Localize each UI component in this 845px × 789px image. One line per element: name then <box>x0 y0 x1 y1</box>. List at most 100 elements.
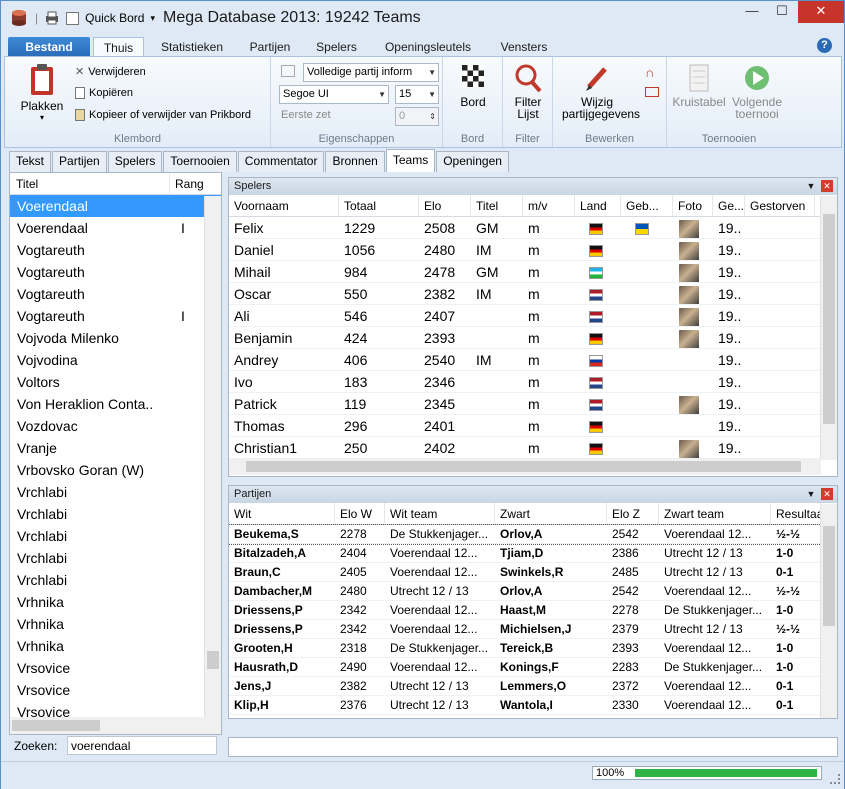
panel-menu-icon[interactable]: ▼ <box>805 488 817 500</box>
delete-button[interactable]: ✕ Verwijderen <box>75 65 146 79</box>
close-button[interactable]: ✕ <box>798 1 844 23</box>
team-list-item[interactable]: Voerendaal I <box>10 217 221 239</box>
players-hscrollbar[interactable] <box>229 458 821 475</box>
edit-game-data-button[interactable]: Wijzig partijgegevens <box>557 63 640 120</box>
quick-access-dropdown-icon[interactable]: ▾ <box>150 13 155 24</box>
game-row[interactable]: Driessens,P 2342 Voerendaal 12... Michielse… <box>229 620 837 639</box>
tab-commentator[interactable]: Commentator <box>237 151 325 172</box>
players-col-header[interactable]: Elo <box>419 195 471 216</box>
player-row[interactable]: Mihail 984 2478 GM m 19.. <box>229 261 837 283</box>
quick-board-checkbox[interactable] <box>66 11 80 25</box>
game-row[interactable]: Klip,H 2376 Utrecht 12 / 13 Wantola,I 2330 Vo… <box>229 696 837 715</box>
game-row[interactable]: Dambacher,M 2480 Utrecht 12 / 13 Orlov,A 254… <box>229 582 837 601</box>
player-row[interactable]: Oscar 550 2382 IM m 19.. <box>229 283 837 305</box>
maximize-button[interactable]: ☐ <box>767 1 797 23</box>
team-list-item[interactable]: Voltors <box>10 371 221 393</box>
players-col-header[interactable]: Ge... <box>713 195 745 216</box>
paste-button[interactable]: Plakken ▾ <box>17 63 67 124</box>
copy-button[interactable]: Kopiëren <box>75 87 133 99</box>
games-col-header[interactable]: Elo W <box>335 503 385 524</box>
team-list-item[interactable]: Vrsovice <box>10 679 221 701</box>
crosstable-button[interactable]: Kruistabel <box>671 63 727 108</box>
players-col-header[interactable]: Voornaam <box>229 195 339 216</box>
player-row[interactable]: Andrey 406 2540 IM m 19.. <box>229 349 837 371</box>
player-row[interactable]: Ali 546 2407 m 19.. <box>229 305 837 327</box>
col-title[interactable]: Titel <box>10 173 170 194</box>
clipboard-manage-button[interactable]: Kopieer of verwijder van Prikbord <box>75 109 251 121</box>
team-list-item[interactable]: Voerendaal <box>10 195 221 217</box>
tab-teams[interactable]: Teams <box>385 149 436 172</box>
team-list-item[interactable]: Vrhnika <box>10 613 221 635</box>
game-row[interactable]: Jens,J 2382 Utrecht 12 / 13 Lemmers,O 2372 Vo… <box>229 677 837 696</box>
players-col-header[interactable]: Gestorven <box>745 195 815 216</box>
panel-close-icon[interactable]: ✕ <box>821 488 833 500</box>
player-row[interactable]: Christian1 250 2402 m 19.. <box>229 437 837 459</box>
games-col-header[interactable]: Elo Z <box>607 503 659 524</box>
team-list-item[interactable]: Vojvodina <box>10 349 221 371</box>
tab-openingsleutels[interactable]: Openingsleutels <box>374 37 482 57</box>
tab-statistieken[interactable]: Statistieken <box>153 37 231 57</box>
games-col-header[interactable]: Zwart team <box>659 503 771 524</box>
display-combo[interactable]: Volledige partij inform ▼ <box>303 63 439 82</box>
tab-thuis[interactable]: Thuis <box>93 37 144 57</box>
first-move-spinner[interactable]: 0 ⇕ <box>395 107 439 126</box>
tab-partijen-doc[interactable]: Partijen <box>52 151 107 172</box>
players-col-header[interactable]: Geb... <box>621 195 673 216</box>
team-list-item[interactable]: Vrhnika <box>10 635 221 657</box>
tab-toernooien[interactable]: Toernooien <box>163 151 237 172</box>
notes-area[interactable] <box>228 737 838 757</box>
board-button[interactable]: Bord <box>451 65 495 108</box>
games-col-header[interactable]: Zwart <box>495 503 607 524</box>
help-icon[interactable]: ? <box>817 38 832 53</box>
player-row[interactable]: Benjamin 424 2393 m 19.. <box>229 327 837 349</box>
games-scrollbar[interactable] <box>820 504 837 718</box>
team-list-item[interactable]: Vrchlabi <box>10 525 221 547</box>
player-row[interactable]: Patrick 119 2345 m 19.. <box>229 393 837 415</box>
team-list-item[interactable]: Vrchlabi <box>10 481 221 503</box>
resize-grip-icon[interactable] <box>830 774 840 784</box>
search-input[interactable] <box>67 736 217 755</box>
tab-openingen[interactable]: Openingen <box>436 151 509 172</box>
tab-bronnen[interactable]: Bronnen <box>325 151 385 172</box>
team-list-item[interactable]: Vrsovice <box>10 657 221 679</box>
filter-list-button[interactable]: Filter Lijst <box>507 63 549 120</box>
games-col-header[interactable]: Resultaat <box>771 503 821 524</box>
game-row[interactable]: Bitalzadeh,A 2404 Voerendaal 12... Tjiam,D 2… <box>229 544 837 563</box>
team-list-item[interactable]: Vogtareuth <box>10 283 221 305</box>
game-row[interactable]: Hausrath,D 2490 Voerendaal 12... Konings,F 2… <box>229 658 837 677</box>
team-list-item[interactable]: Vrchlabi <box>10 547 221 569</box>
player-row[interactable]: Felix 1229 2508 GM m 19.. <box>229 217 837 239</box>
players-col-header[interactable]: Land <box>575 195 621 216</box>
team-list-item[interactable]: Vrchlabi <box>10 569 221 591</box>
team-list-item[interactable]: Von Heraklion Conta.. <box>10 393 221 415</box>
player-row[interactable]: Thomas 296 2401 m 19.. <box>229 415 837 437</box>
minimize-button[interactable]: — <box>737 1 767 23</box>
players-scrollbar[interactable] <box>820 196 837 460</box>
players-col-header[interactable]: Totaal <box>339 195 419 216</box>
font-combo[interactable]: Segoe UI ▼ <box>279 85 389 104</box>
players-col-header[interactable]: m/v <box>523 195 575 216</box>
games-col-header[interactable]: Wit team <box>385 503 495 524</box>
games-col-header[interactable]: Wit <box>229 503 335 524</box>
game-row[interactable]: Grooten,H 2318 De Stukkenjager... Tereick,B… <box>229 639 837 658</box>
replace-icon[interactable] <box>645 87 659 97</box>
panel-close-icon[interactable]: ✕ <box>821 180 833 192</box>
col-rank[interactable]: Rang <box>170 173 204 194</box>
game-row[interactable]: Braun,C 2405 Voerendaal 12... Swinkels,R 248… <box>229 563 837 582</box>
database-icon[interactable] <box>9 9 29 27</box>
team-list-item[interactable]: Vogtareuth I <box>10 305 221 327</box>
team-list-scrollbar[interactable] <box>204 196 221 734</box>
team-list-item[interactable]: Vojvoda Milenko <box>10 327 221 349</box>
team-list-item[interactable]: Vrbovsko Goran (W) <box>10 459 221 481</box>
players-col-header[interactable]: Titel <box>471 195 523 216</box>
tab-vensters[interactable]: Vensters <box>491 37 557 57</box>
team-list-item[interactable]: Vozdovac <box>10 415 221 437</box>
game-row[interactable]: Driessens,P 2342 Voerendaal 12... Haast,M 22… <box>229 601 837 620</box>
player-row[interactable]: Ivo 183 2346 m 19.. <box>229 371 837 393</box>
team-list-item[interactable]: Vrchlabi <box>10 503 221 525</box>
next-tournament-button[interactable]: Volgende toernooi <box>727 63 787 120</box>
player-row[interactable]: Daniel 1056 2480 IM m 19.. <box>229 239 837 261</box>
font-size-combo[interactable]: 15 ▼ <box>395 85 439 104</box>
team-list-hscrollbar[interactable] <box>10 717 206 734</box>
team-list-scroll-thumb[interactable] <box>207 651 219 669</box>
